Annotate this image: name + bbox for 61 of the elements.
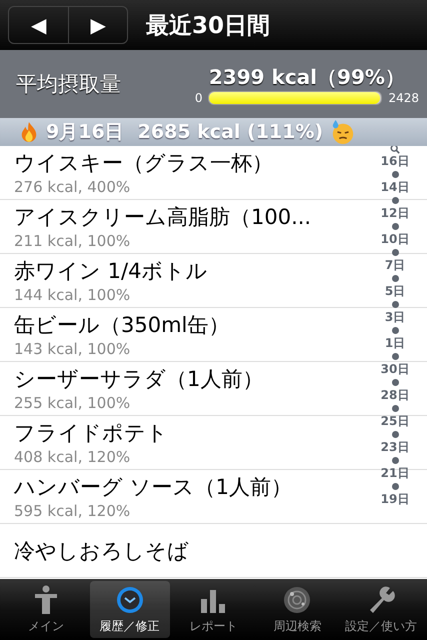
index-dot xyxy=(392,170,398,178)
index-dot xyxy=(392,274,398,282)
food-detail: 276 kcal, 400% xyxy=(14,176,130,196)
flame-icon xyxy=(20,121,38,143)
index-dot xyxy=(392,222,398,230)
date-index-item[interactable]: 19日 xyxy=(380,492,410,506)
index-dot xyxy=(392,430,398,438)
date-index-item[interactable]: 16日 xyxy=(380,154,410,168)
index-dot xyxy=(392,482,398,490)
index-dot xyxy=(392,248,398,256)
sweat-face-icon xyxy=(331,119,356,145)
date-index-item[interactable]: 1日 xyxy=(384,336,406,350)
day-date: 9月16日 xyxy=(46,120,124,145)
date-index-item[interactable]: 28日 xyxy=(380,388,410,402)
index-dot xyxy=(392,404,398,412)
food-name: 缶ビール（350ml缶） xyxy=(14,312,230,338)
date-index-item[interactable]: 23日 xyxy=(380,440,410,454)
food-name: シーザーサラダ（1人前） xyxy=(14,366,264,392)
food-name: 冷やしおろしそば xyxy=(14,538,189,564)
screen-title: 最近30日間 xyxy=(146,12,270,40)
day-total: 2685 kcal (111%) xyxy=(138,121,324,143)
index-dot xyxy=(392,456,398,464)
average-intake-label: 平均摂取量 xyxy=(16,71,121,98)
food-name: アイスクリーム高脂肪（100... xyxy=(14,204,312,230)
tab-item[interactable]: メイン xyxy=(6,581,86,638)
radar-icon xyxy=(282,584,312,614)
tab-item[interactable]: レポート xyxy=(173,581,254,638)
food-name: ハンバーグ ソース（1人前） xyxy=(14,474,292,500)
index-dot xyxy=(392,196,398,204)
food-detail: 255 kcal, 100% xyxy=(14,392,130,412)
food-detail: 595 kcal, 120% xyxy=(14,500,130,520)
food-name: 赤ワイン 1/4ボトル xyxy=(14,258,208,284)
index-dot xyxy=(392,378,398,386)
index-dot xyxy=(392,326,398,334)
date-index-item[interactable]: 5日 xyxy=(384,284,406,298)
date-index-item[interactable]: 7日 xyxy=(384,258,406,272)
index-dot xyxy=(392,352,398,360)
food-detail: 211 kcal, 100% xyxy=(14,230,130,250)
average-intake-value: 2399 kcal（99%） xyxy=(208,64,405,90)
food-detail: 143 kcal, 100% xyxy=(14,338,130,358)
date-index-item[interactable]: 25日 xyxy=(380,414,410,428)
date-index-item[interactable]: 14日 xyxy=(380,180,410,194)
food-entry-row[interactable]: 冷やしおろしそば xyxy=(0,524,427,578)
food-detail: 408 kcal, 120% xyxy=(14,446,130,466)
tab-item[interactable]: 周辺検索 xyxy=(257,581,338,638)
food-name: ウイスキー（グラス一杯） xyxy=(14,150,273,176)
search-icon[interactable] xyxy=(390,146,400,154)
date-index-item[interactable]: 3日 xyxy=(384,310,406,324)
scale-min: 0 xyxy=(194,90,202,104)
tab-item[interactable]: 履歴／修正 xyxy=(90,581,170,638)
food-detail: 144 kcal, 100% xyxy=(14,284,130,304)
tab-item[interactable]: 設定／使い方 xyxy=(341,581,422,638)
date-index-item[interactable]: 30日 xyxy=(380,362,410,376)
next-button[interactable]: ▶ xyxy=(68,7,127,43)
date-index-item[interactable]: 12日 xyxy=(380,206,410,220)
clock-icon xyxy=(114,584,145,614)
scale-max: 2428 xyxy=(388,90,419,104)
date-index-item[interactable]: 10日 xyxy=(380,232,410,246)
food-name: フライドポテト xyxy=(14,420,168,446)
previous-button[interactable]: ◀ xyxy=(9,7,68,43)
index-dot xyxy=(392,300,398,308)
